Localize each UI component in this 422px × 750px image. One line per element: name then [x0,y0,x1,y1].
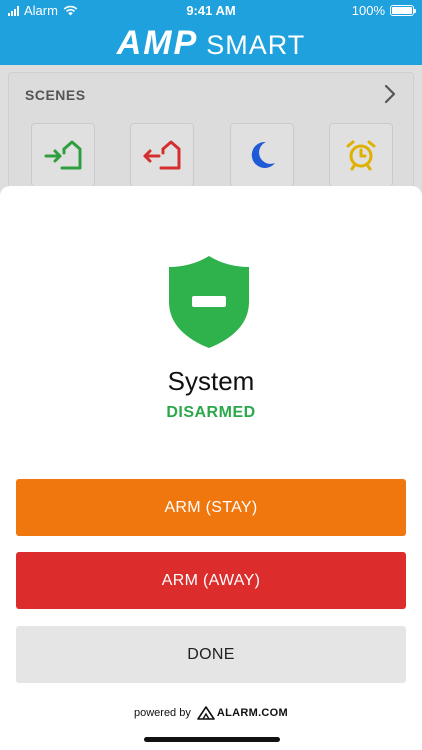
arm-away-button[interactable]: ARM (AWAY) [16,552,406,609]
home-indicator[interactable] [144,737,280,742]
leave-home-icon [143,140,181,170]
logo-sub-text: SMART [206,30,306,60]
powered-by-footer: powered by ALARM.COM [0,706,422,720]
brand-label: ALARM.COM [216,707,288,719]
status-label: DISARMED [166,404,256,421]
brand-logo: ALARM.COM [197,706,288,720]
status-bar-right: 100% [351,3,416,18]
powered-by-label: powered by [133,707,191,719]
arrive-home-icon [44,140,82,170]
moon-icon [251,141,275,168]
chevron-right-icon[interactable] [381,83,399,105]
status-bar: Alarm 9:41 AM 100% [0,0,422,22]
battery-fill [392,7,412,14]
shield-disarmed-icon [169,256,249,348]
done-button[interactable]: DONE [16,626,406,683]
scene-wake-up[interactable] [329,123,393,187]
alarm-logo-icon [197,706,215,720]
battery-icon [390,5,416,16]
arm-stay-button[interactable]: ARM (STAY) [16,479,406,536]
scene-night[interactable] [230,123,294,187]
alarm-clock-icon [346,140,376,171]
system-label: System [167,366,255,396]
scenes-title: SCENES [25,87,86,103]
app-header: Alarm 9:41 AM 100% AMP SMART [0,0,422,65]
battery-percent: 100% [351,3,385,18]
arm-sheet: System DISARMED ARM (STAY) ARM (AWAY) DO… [0,186,422,750]
logo-main-text: AMP [116,24,199,62]
scene-leave-home[interactable] [130,123,194,187]
app-logo: AMP SMART [0,24,422,63]
scene-arrive-home[interactable] [31,123,95,187]
